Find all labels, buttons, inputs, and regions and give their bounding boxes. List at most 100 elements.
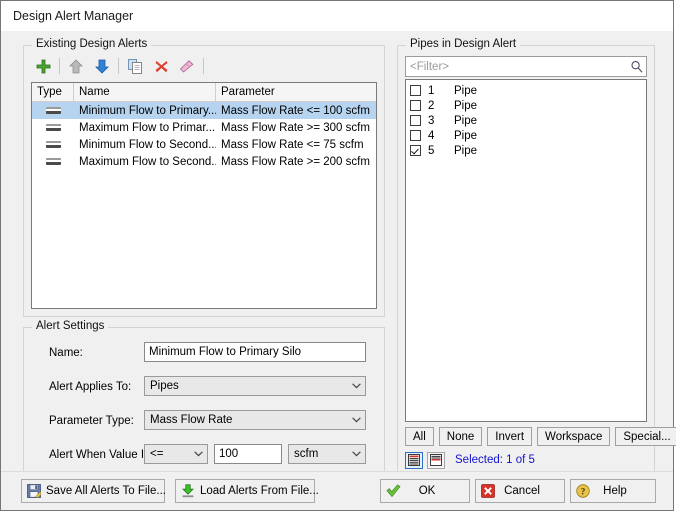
- cancel-label: Cancel: [504, 485, 540, 497]
- save-all-alerts-label: Save All Alerts To File...: [46, 485, 166, 497]
- list-item[interactable]: 5 Pipe: [406, 143, 646, 158]
- parameter-type-value: Mass Flow Rate: [150, 414, 233, 426]
- chevron-down-icon: [347, 451, 365, 457]
- alerts-rows: Minimum Flow to Primary... Mass Flow Rate…: [32, 102, 376, 170]
- list-view-icon: [408, 454, 420, 466]
- alert-type-cell: [32, 153, 74, 170]
- pipe-number: 4: [428, 129, 435, 142]
- pipe-number: 2: [428, 99, 435, 112]
- toolbar-separator-3: [203, 58, 204, 74]
- save-disk-icon: [22, 484, 46, 498]
- load-alerts-button[interactable]: Load Alerts From File...: [175, 479, 319, 503]
- existing-design-alerts-group: Existing Design Alerts Type Name Paramet…: [23, 38, 385, 317]
- filter-input[interactable]: [406, 57, 626, 76]
- pipe-label: Pipe: [454, 114, 478, 127]
- table-row[interactable]: Minimum Flow to Second... Mass Flow Rate …: [32, 136, 376, 153]
- pipe-checkbox[interactable]: [410, 145, 421, 156]
- parameter-type-select[interactable]: Mass Flow Rate: [144, 410, 366, 430]
- load-alerts-label: Load Alerts From File...: [200, 485, 319, 497]
- select-invert-button[interactable]: Invert: [487, 427, 533, 446]
- alert-value-input[interactable]: 100: [214, 444, 282, 464]
- alert-parameter-cell: Mass Flow Rate >= 300 scfm: [221, 121, 370, 134]
- duplicate-alert-button[interactable]: [122, 55, 148, 77]
- pipe-checkbox[interactable]: [410, 115, 421, 126]
- pipe-label: Pipe: [454, 84, 478, 97]
- svg-text:?: ?: [581, 487, 586, 497]
- applies-to-value: Pipes: [150, 380, 179, 392]
- delete-alert-button[interactable]: [148, 55, 174, 77]
- pipe-icon: [45, 107, 61, 114]
- list-item[interactable]: 2 Pipe: [406, 98, 646, 113]
- add-alert-button[interactable]: [30, 55, 56, 77]
- arrow-down-icon: [95, 59, 109, 74]
- help-button[interactable]: ? Help: [570, 479, 656, 503]
- save-all-alerts-button[interactable]: Save All Alerts To File...: [21, 479, 166, 503]
- existing-design-alerts-legend: Existing Design Alerts: [32, 38, 152, 50]
- chevron-down-icon: [347, 383, 365, 389]
- name-label: Name:: [49, 347, 83, 359]
- pipe-number: 1: [428, 84, 435, 97]
- alert-name-input[interactable]: Minimum Flow to Primary Silo: [144, 342, 366, 362]
- select-none-button[interactable]: None: [438, 427, 483, 446]
- alert-type-cell: [32, 136, 74, 153]
- pipes-list[interactable]: 1 Pipe 2 Pipe 3 Pipe 4 Pipe 5 Pipe: [405, 79, 647, 422]
- question-mark-icon: ?: [571, 484, 595, 498]
- alert-value: 100: [219, 448, 239, 460]
- pipe-icon: [45, 141, 61, 148]
- applies-to-select[interactable]: Pipes: [144, 376, 366, 396]
- column-header-type[interactable]: Type: [32, 83, 74, 101]
- list-view-toggle[interactable]: [405, 451, 423, 469]
- table-row[interactable]: Minimum Flow to Primary... Mass Flow Rate…: [32, 102, 376, 119]
- alerts-grid[interactable]: Type Name Parameter Minimum Flow to Prim…: [31, 82, 377, 309]
- list-item[interactable]: 1 Pipe: [406, 83, 646, 98]
- toolbar-separator-2: [118, 58, 119, 74]
- chevron-down-icon: [189, 451, 207, 457]
- selected-count-label: Selected: 1 of 5: [455, 454, 535, 466]
- alerts-toolbar: [30, 54, 207, 78]
- select-special-button[interactable]: Special...: [615, 427, 676, 446]
- ok-button[interactable]: OK: [380, 479, 470, 503]
- delete-x-icon: [155, 60, 167, 72]
- clear-alerts-button[interactable]: [174, 55, 200, 77]
- move-down-button[interactable]: [89, 55, 115, 77]
- pipe-checkbox[interactable]: [410, 100, 421, 111]
- list-item[interactable]: 3 Pipe: [406, 113, 646, 128]
- alert-name-cell: Minimum Flow to Primary...: [79, 104, 216, 117]
- alert-name-cell: Minimum Flow to Second...: [79, 138, 216, 151]
- search-icon[interactable]: [626, 60, 646, 73]
- green-check-icon: [381, 484, 405, 498]
- units-value: scfm: [294, 448, 319, 460]
- pipe-checkbox[interactable]: [410, 130, 421, 141]
- selection-buttons: All None Invert Workspace Special...: [405, 427, 676, 446]
- alert-settings-group: Alert Settings Name: Minimum Flow to Pri…: [23, 320, 385, 475]
- alert-when-label: Alert When Value Is:: [49, 449, 153, 461]
- title-bar: Design Alert Manager: [1, 1, 673, 31]
- pipe-checkbox[interactable]: [410, 85, 421, 96]
- help-label: Help: [603, 485, 627, 497]
- chevron-down-icon: [347, 417, 365, 423]
- window-title: Design Alert Manager: [13, 9, 134, 23]
- copy-icon: [127, 58, 142, 74]
- selection-status-row: Selected: 1 of 5: [405, 451, 535, 469]
- alert-parameter-cell: Mass Flow Rate >= 200 scfm: [221, 155, 370, 168]
- pipe-label: Pipe: [454, 144, 478, 157]
- grouped-view-toggle[interactable]: [427, 451, 445, 469]
- column-header-name[interactable]: Name: [74, 83, 216, 101]
- bottom-button-bar: Save All Alerts To File... Load Alerts F…: [1, 471, 673, 510]
- pipe-filter-row[interactable]: [405, 56, 647, 77]
- list-item[interactable]: 4 Pipe: [406, 128, 646, 143]
- cancel-button[interactable]: Cancel: [475, 479, 565, 503]
- alert-parameter-cell: Mass Flow Rate <= 100 scfm: [221, 104, 370, 117]
- toolbar-separator-1: [59, 58, 60, 74]
- table-row[interactable]: Maximum Flow to Second... Mass Flow Rate …: [32, 153, 376, 170]
- arrow-up-icon: [69, 58, 83, 73]
- move-up-button[interactable]: [63, 55, 89, 77]
- operator-value: <=: [150, 448, 164, 460]
- select-workspace-button[interactable]: Workspace: [537, 427, 611, 446]
- operator-select[interactable]: <=: [144, 444, 208, 464]
- units-select[interactable]: scfm: [288, 444, 366, 464]
- table-row[interactable]: Maximum Flow to Primar... Mass Flow Rate …: [32, 119, 376, 136]
- select-all-button[interactable]: All: [405, 427, 434, 446]
- parameter-type-label: Parameter Type:: [49, 415, 134, 427]
- column-header-parameter[interactable]: Parameter: [216, 83, 376, 101]
